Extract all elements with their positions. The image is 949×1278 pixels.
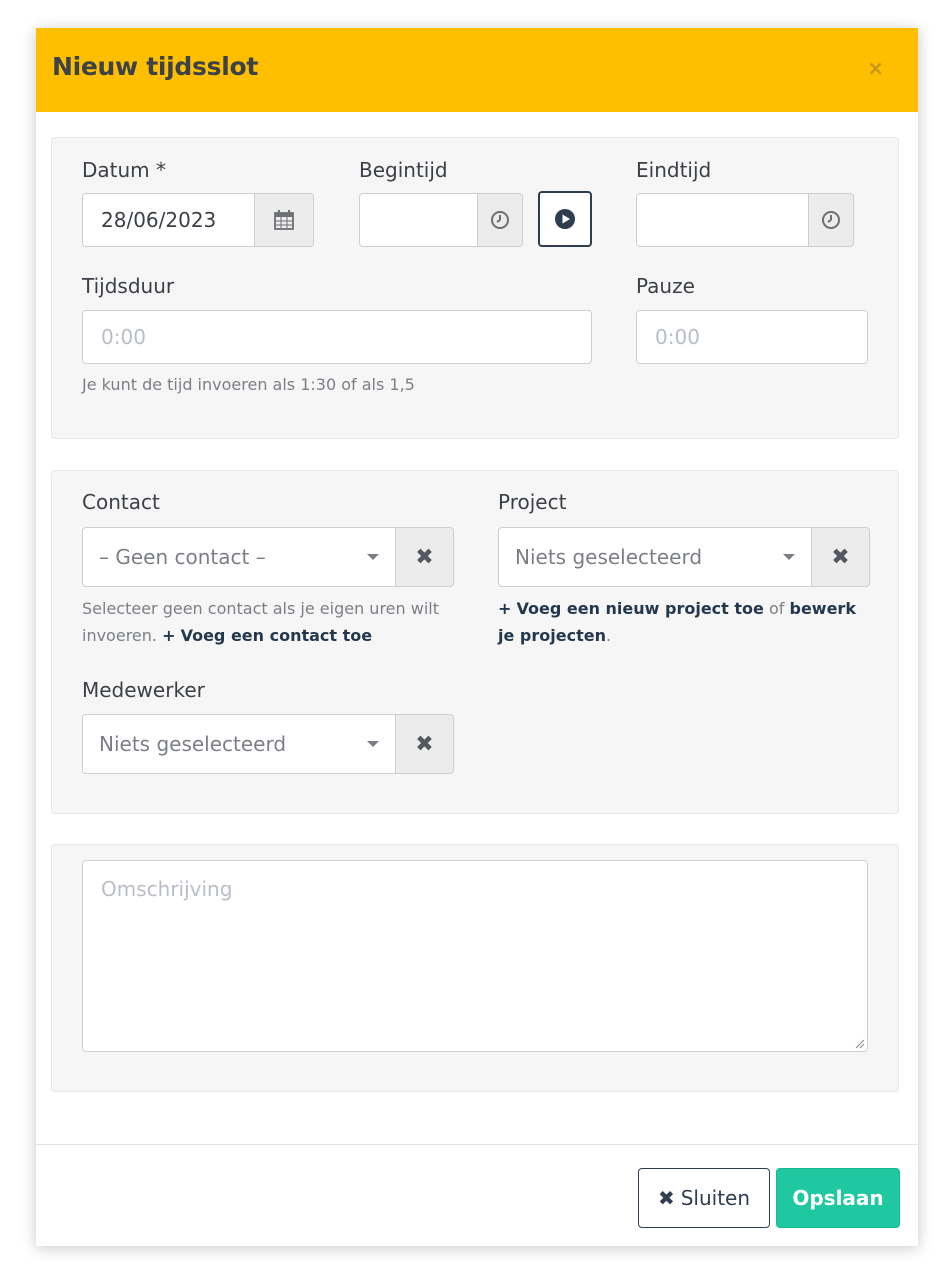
contact-clear-button[interactable]: ✖ [396, 527, 454, 587]
calendar-button[interactable] [254, 193, 314, 247]
end-time-clock-button[interactable] [808, 193, 854, 247]
employee-select-value: Niets geselecteerd [99, 732, 287, 756]
duration-input[interactable]: 0:00 [82, 310, 592, 364]
pause-input[interactable]: 0:00 [636, 310, 868, 364]
add-contact-link[interactable]: Voeg een contact toe [181, 626, 373, 645]
caret-down-icon [367, 554, 379, 560]
close-button[interactable]: ✖ Sluiten [638, 1168, 770, 1228]
new-timeslot-modal: Nieuw tijdsslot × Datum * 28/06/2023 Beg… [36, 28, 918, 1246]
end-time-label: Eindtijd [636, 158, 712, 182]
start-now-button[interactable] [538, 191, 592, 247]
description-textarea[interactable]: Omschrijving [82, 860, 868, 1052]
footer-divider [36, 1144, 918, 1145]
close-button-label: Sluiten [680, 1186, 751, 1210]
project-select[interactable]: Niets geselecteerd [498, 527, 812, 587]
caret-down-icon [783, 554, 795, 560]
caret-down-icon [367, 741, 379, 747]
close-icon[interactable]: × [867, 56, 884, 80]
date-label: Datum * [82, 158, 167, 182]
plus-icon: + [162, 626, 176, 645]
play-circle-icon [555, 209, 575, 229]
clock-icon [822, 211, 840, 229]
modal-title: Nieuw tijdsslot [52, 52, 258, 81]
contact-help: Selecteer geen contact als je eigen uren… [82, 595, 462, 649]
end-time-input[interactable] [636, 193, 810, 247]
project-clear-button[interactable]: ✖ [812, 527, 870, 587]
description-placeholder: Omschrijving [101, 877, 233, 901]
times-icon: ✖ [415, 544, 434, 570]
start-time-clock-button[interactable] [477, 193, 523, 247]
add-project-link[interactable]: Voeg een nieuw project toe [517, 599, 764, 618]
project-help-end: . [605, 626, 612, 645]
plus-icon: + [498, 599, 512, 618]
project-label: Project [498, 490, 567, 514]
resize-handle-icon[interactable] [853, 1037, 865, 1049]
project-help: + Voeg een nieuw project toe of bewerk j… [498, 595, 868, 649]
time-help-text: Je kunt de tijd invoeren als 1:30 of als… [82, 375, 415, 394]
duration-label: Tijdsduur [82, 274, 175, 298]
date-input[interactable]: 28/06/2023 [82, 193, 256, 247]
contact-label: Contact [82, 490, 160, 514]
modal-header: Nieuw tijdsslot × [36, 28, 918, 112]
employee-clear-button[interactable]: ✖ [396, 714, 454, 774]
project-help-or: of [768, 599, 785, 618]
employee-label: Medewerker [82, 678, 205, 702]
calendar-icon [274, 210, 294, 230]
save-button[interactable]: Opslaan [776, 1168, 900, 1228]
start-time-label: Begintijd [359, 158, 448, 182]
employee-select[interactable]: Niets geselecteerd [82, 714, 396, 774]
times-icon: ✖ [831, 544, 850, 570]
start-time-input[interactable] [359, 193, 479, 247]
clock-icon [491, 211, 509, 229]
times-icon: ✖ [657, 1186, 675, 1210]
pause-label: Pauze [636, 274, 695, 298]
project-select-value: Niets geselecteerd [515, 545, 703, 569]
contact-select-value: – Geen contact – [99, 545, 266, 569]
times-icon: ✖ [415, 731, 434, 757]
contact-select[interactable]: – Geen contact – [82, 527, 396, 587]
